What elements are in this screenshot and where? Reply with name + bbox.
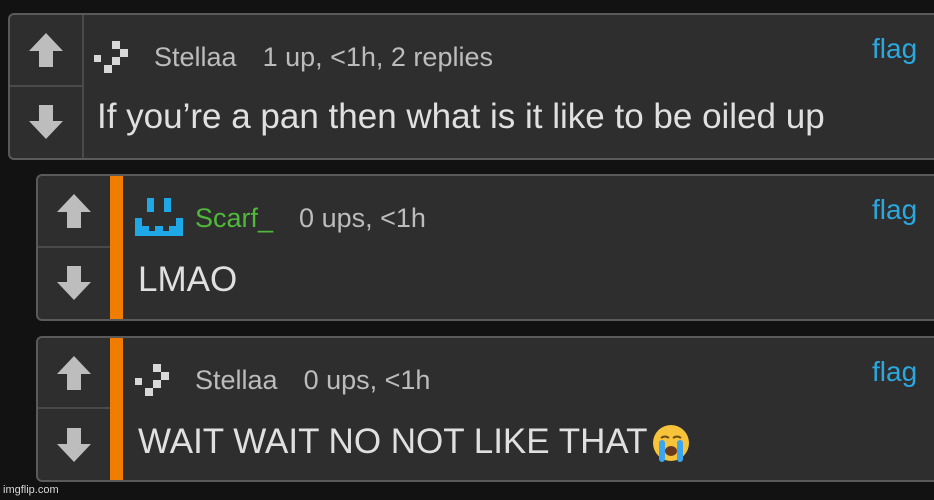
comment-header: Stellaa 1 up, <1h, 2 replies xyxy=(92,35,493,79)
arrow-down-icon xyxy=(57,427,91,462)
flag-link[interactable]: flag xyxy=(872,33,917,65)
reply-indicator-bar xyxy=(110,176,123,319)
comment-stellaa-1: Stellaa 1 up, <1h, 2 replies flag If you… xyxy=(8,13,934,160)
upvote-button[interactable] xyxy=(38,338,110,409)
flag-link[interactable]: flag xyxy=(872,194,917,226)
vote-column xyxy=(38,176,112,319)
arrow-up-icon xyxy=(57,355,91,390)
arrow-up-icon xyxy=(29,32,63,67)
upvote-button[interactable] xyxy=(10,15,82,87)
username[interactable]: Stellaa xyxy=(195,365,278,396)
watermark: imgflip.com xyxy=(3,484,59,496)
username[interactable]: Stellaa xyxy=(154,42,237,73)
comment-text: WAIT WAIT NO NOT LIKE THAT xyxy=(138,422,648,461)
loudly-crying-face-icon xyxy=(652,424,689,462)
arrow-down-icon xyxy=(29,105,63,140)
vote-column xyxy=(38,338,112,480)
vote-column xyxy=(10,15,84,158)
avatar-icon[interactable] xyxy=(133,358,185,402)
comment-stellaa-2: Stellaa 0 ups, <1h flag WAIT WAIT NO NOT… xyxy=(36,336,934,482)
comment-meta: 0 ups, <1h xyxy=(299,202,426,233)
flag-link[interactable]: flag xyxy=(872,356,917,388)
comment-meta: 0 ups, <1h xyxy=(303,364,431,395)
comment-header: Stellaa 0 ups, <1h xyxy=(133,358,430,402)
comment-text: LMAO xyxy=(138,260,238,299)
upvote-button[interactable] xyxy=(38,176,110,248)
comment-text: If you’re a pan then what is it like to … xyxy=(97,97,825,136)
comment-meta: 1 up, <1h, 2 replies xyxy=(262,41,493,72)
comment-header: Scarf_ 0 ups, <1h xyxy=(133,196,426,240)
avatar-icon[interactable] xyxy=(92,35,144,79)
downvote-button[interactable] xyxy=(38,248,110,320)
comment-text-row: WAIT WAIT NO NOT LIKE THAT xyxy=(138,422,692,465)
downvote-button[interactable] xyxy=(10,87,82,159)
arrow-up-icon xyxy=(57,193,91,228)
comment-scarf: Scarf_ 0 ups, <1h flag LMAO xyxy=(36,174,934,321)
avatar-icon[interactable] xyxy=(133,196,185,240)
username[interactable]: Scarf_ xyxy=(195,203,273,234)
arrow-down-icon xyxy=(57,266,91,301)
reply-indicator-bar xyxy=(110,338,123,480)
downvote-button[interactable] xyxy=(38,409,110,480)
